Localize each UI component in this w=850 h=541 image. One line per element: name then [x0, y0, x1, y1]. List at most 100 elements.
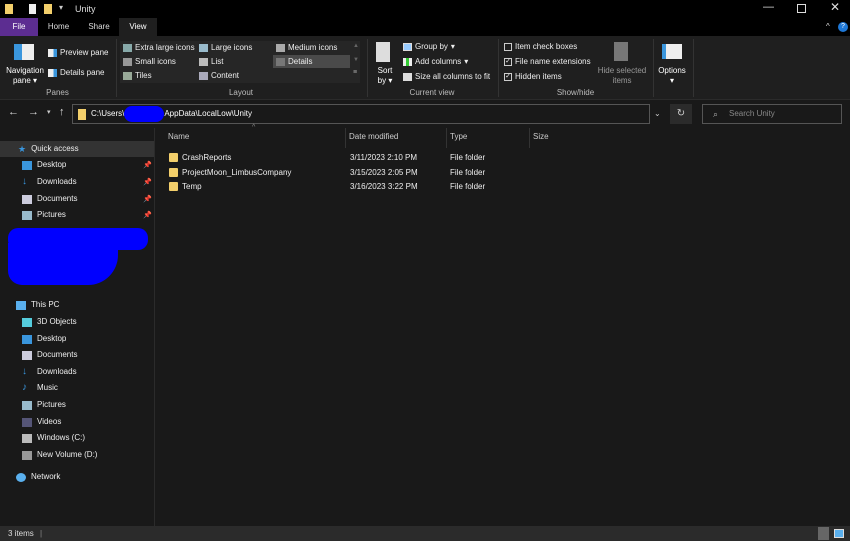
large-icons-view-button[interactable]: [834, 529, 844, 538]
layout-tiles[interactable]: Tiles: [123, 71, 152, 80]
file-name-extensions-toggle[interactable]: ✓ File name extensions: [504, 57, 591, 66]
nav-pictures[interactable]: Pictures: [22, 397, 66, 413]
layout-details[interactable]: Details: [273, 55, 350, 68]
3d-objects-icon: [22, 317, 32, 327]
up-button[interactable]: ↑: [59, 106, 65, 118]
tab-home[interactable]: Home: [38, 18, 79, 36]
gallery-scroll-up-icon[interactable]: ▲: [353, 43, 359, 49]
file-row[interactable]: CrashReports 3/11/2023 2:10 PM File fold…: [166, 151, 566, 165]
drive-icon: [22, 450, 32, 460]
nav-quick-downloads[interactable]: ↓ Downloads: [22, 174, 77, 190]
pin-icon[interactable]: 📌: [143, 211, 152, 219]
minimize-button[interactable]: —: [763, 1, 774, 13]
options-icon: [662, 44, 682, 59]
close-button[interactable]: ✕: [830, 0, 840, 14]
divider: [693, 39, 694, 97]
nav-3d-objects[interactable]: 3D Objects: [22, 314, 77, 330]
quick-access-dropdown-icon[interactable]: ▾: [59, 3, 63, 12]
nav-music[interactable]: ♪ Music: [22, 380, 58, 396]
pin-icon[interactable]: 📌: [143, 161, 152, 169]
column-divider[interactable]: [529, 128, 530, 148]
hide-selected-items-button[interactable]: Hide selected items: [594, 66, 650, 86]
pictures-icon: [22, 210, 32, 220]
maximize-button[interactable]: [797, 4, 806, 13]
collapse-ribbon-icon[interactable]: ^: [826, 22, 830, 31]
nav-quick-access[interactable]: ★ Quick access: [0, 141, 154, 157]
nav-videos[interactable]: Videos: [22, 414, 61, 430]
pin-icon[interactable]: 📌: [143, 178, 152, 186]
details-pane-button[interactable]: Details pane: [48, 68, 104, 77]
checkbox-checked[interactable]: ✓: [504, 72, 512, 81]
nav-network[interactable]: Network: [16, 469, 60, 485]
options-button[interactable]: Options ▾: [655, 66, 689, 86]
layout-content[interactable]: Content: [199, 71, 239, 80]
nav-documents[interactable]: Documents: [22, 347, 77, 363]
tab-view[interactable]: View: [119, 18, 157, 36]
layout-list[interactable]: List: [199, 57, 223, 66]
size-columns-icon: [403, 72, 412, 81]
file-date: 3/16/2023 3:22 PM: [350, 182, 418, 191]
column-header-name[interactable]: Name: [168, 132, 189, 141]
checkbox[interactable]: [504, 42, 512, 51]
file-row[interactable]: ProjectMoon_LimbusCompany 3/15/2023 2:05…: [166, 166, 566, 180]
column-divider[interactable]: [446, 128, 447, 148]
nav-windows-c[interactable]: Windows (C:): [22, 430, 85, 446]
help-icon[interactable]: ?: [838, 22, 848, 32]
back-button[interactable]: ←: [8, 106, 19, 118]
address-dropdown-icon[interactable]: ⌄: [654, 105, 661, 123]
new-folder-icon[interactable]: [44, 4, 52, 14]
add-columns-button[interactable]: Add columns ▾: [403, 57, 468, 66]
layout-extra-large-icons[interactable]: Extra large icons: [123, 43, 195, 52]
file-type: File folder: [450, 168, 486, 177]
item-check-boxes-toggle[interactable]: Item check boxes: [504, 42, 577, 51]
search-input[interactable]: ⌕ Search Unity: [702, 104, 842, 124]
computer-icon: [16, 300, 26, 310]
medium-icons-icon: [276, 43, 285, 52]
tab-share[interactable]: Share: [79, 18, 119, 36]
checkbox-checked[interactable]: ✓: [504, 57, 512, 66]
column-header-type[interactable]: Type: [450, 132, 467, 141]
layout-small-icons[interactable]: Small icons: [123, 57, 176, 66]
status-bar: 3 items |: [0, 526, 850, 541]
nav-quick-documents[interactable]: Documents: [22, 191, 77, 207]
column-header-size[interactable]: Size: [533, 132, 549, 141]
forward-button[interactable]: →: [28, 106, 39, 118]
address-path-suffix: AppData\LocalLow\Unity: [164, 109, 252, 118]
folder-icon: [5, 4, 13, 14]
layout-large-icons[interactable]: Large icons: [199, 43, 252, 52]
file-row[interactable]: Temp 3/16/2023 3:22 PM File folder: [166, 180, 566, 194]
nav-downloads[interactable]: ↓ Downloads: [22, 364, 77, 380]
refresh-button[interactable]: ↻: [670, 104, 692, 124]
layout-medium-icons[interactable]: Medium icons: [276, 43, 337, 52]
sort-by-icon: [376, 42, 390, 62]
nav-quick-pictures[interactable]: Pictures: [22, 207, 66, 223]
redacted-area: [8, 243, 118, 285]
recent-locations-icon[interactable]: ▾: [47, 108, 51, 116]
redacted-username: [124, 105, 165, 122]
tiles-icon: [123, 71, 132, 80]
gallery-scroll-down-icon[interactable]: ▼: [353, 57, 359, 63]
nav-desktop[interactable]: Desktop: [22, 331, 66, 347]
column-divider[interactable]: [345, 128, 346, 148]
details-view-button[interactable]: [818, 527, 829, 540]
properties-icon[interactable]: [29, 4, 36, 14]
documents-icon: [22, 194, 32, 204]
tab-file[interactable]: File: [0, 18, 38, 36]
address-bar[interactable]: C:\Users\ AppData\LocalLow\Unity ⌄: [72, 104, 661, 124]
nav-new-volume-d[interactable]: New Volume (D:): [22, 447, 97, 463]
hidden-items-toggle[interactable]: ✓ Hidden items: [504, 72, 562, 81]
pin-icon[interactable]: 📌: [143, 195, 152, 203]
layout-group-label: Layout: [228, 88, 254, 97]
preview-pane-button[interactable]: Preview pane: [48, 48, 108, 57]
nav-this-pc[interactable]: This PC: [16, 297, 59, 313]
gallery-expand-icon[interactable]: ≡: [353, 69, 357, 76]
sort-by-button[interactable]: Sort by ▾: [372, 66, 398, 86]
star-icon: ★: [18, 144, 27, 154]
size-all-columns-button[interactable]: Size all columns to fit: [403, 72, 490, 81]
column-header-date-modified[interactable]: Date modified: [349, 132, 398, 141]
details-pane-icon: [48, 68, 57, 77]
group-by-button[interactable]: Group by ▾: [403, 42, 455, 51]
navigation-pane-button[interactable]: Navigation pane ▾: [3, 66, 47, 86]
file-name: Temp: [182, 182, 202, 191]
nav-quick-desktop[interactable]: Desktop: [22, 157, 66, 173]
